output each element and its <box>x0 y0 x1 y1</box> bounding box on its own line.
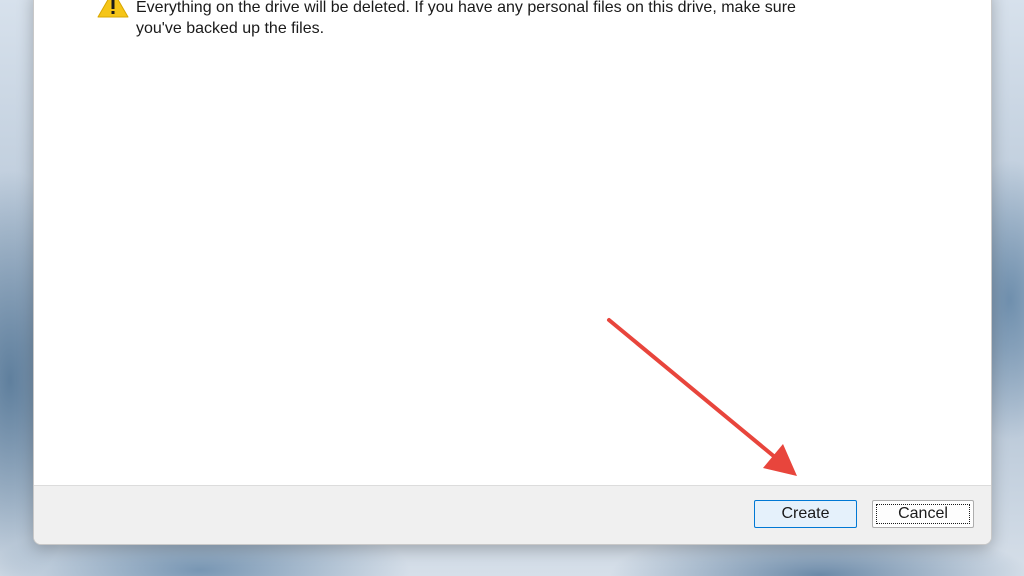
warning-message: Everything on the drive will be deleted.… <box>96 0 836 41</box>
warning-icon <box>97 0 129 18</box>
dialog-footer: Create Cancel <box>34 485 991 544</box>
create-drive-dialog: Everything on the drive will be deleted.… <box>33 0 992 545</box>
cancel-button-label: Cancel <box>898 505 948 522</box>
cancel-button[interactable]: Cancel <box>872 500 974 528</box>
create-button-label: Create <box>781 505 830 522</box>
create-button[interactable]: Create <box>754 500 857 528</box>
warning-text: Everything on the drive will be deleted.… <box>136 0 796 37</box>
